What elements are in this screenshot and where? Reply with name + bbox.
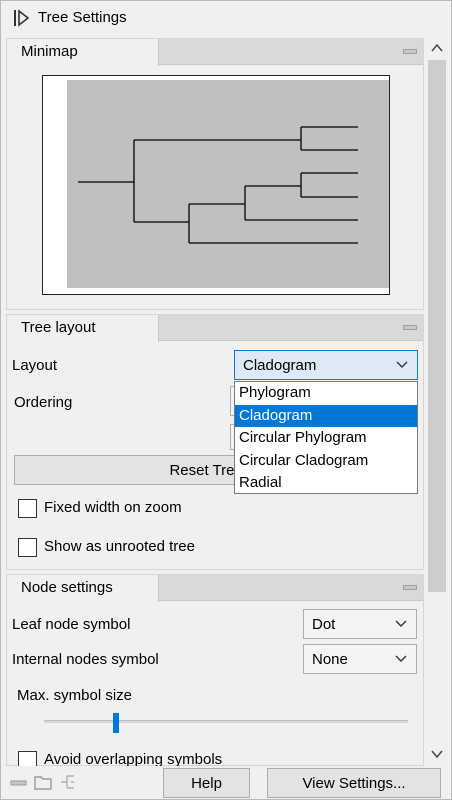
minimize-icon[interactable] (403, 325, 417, 330)
layout-option-phylogram[interactable]: Phylogram (235, 382, 417, 405)
title-bar: Tree Settings (0, 0, 452, 36)
chevron-down-icon (395, 655, 407, 662)
max-symbol-size-slider[interactable] (44, 720, 408, 723)
ordering-label: Ordering (14, 394, 73, 411)
scroll-down-icon[interactable] (428, 746, 446, 762)
layout-option-cladogram[interactable]: Cladogram (235, 404, 417, 427)
max-symbol-size-label: Max. symbol size (17, 687, 133, 704)
leaf-node-select[interactable]: Dot (303, 609, 417, 639)
minimap-tabstrip: Minimap (7, 39, 423, 66)
window-title: Tree Settings (38, 9, 127, 26)
avoid-overlap-checkbox[interactable] (18, 751, 37, 766)
help-button[interactable]: Help (163, 768, 250, 798)
scroll-up-icon[interactable] (428, 40, 446, 56)
minimize-icon[interactable] (10, 774, 28, 792)
layout-option-radial[interactable]: Radial (235, 472, 417, 495)
minimize-icon[interactable] (403, 49, 417, 54)
layout-select[interactable]: Cladogram (234, 350, 418, 380)
unrooted-checkbox[interactable] (18, 538, 37, 557)
internal-nodes-label: Internal nodes symbol (12, 651, 159, 668)
minimap-panel: Minimap (6, 38, 424, 310)
internal-nodes-select[interactable]: None (303, 644, 417, 674)
layout-label: Layout (12, 357, 58, 374)
fixed-width-option[interactable]: Fixed width on zoom (18, 498, 318, 522)
panel-toggle-icon[interactable] (13, 9, 31, 27)
tree-layout-tabstrip: Tree layout (7, 315, 423, 342)
tree-preview-icon (67, 80, 389, 288)
tab-tree-layout[interactable]: Tree layout (7, 315, 159, 342)
scrollbar-thumb[interactable] (428, 60, 446, 592)
tab-node-settings[interactable]: Node settings (7, 575, 159, 602)
unrooted-label: Show as unrooted tree (44, 538, 195, 555)
fixed-width-checkbox[interactable] (18, 499, 37, 518)
leaf-node-label: Leaf node symbol (12, 616, 131, 633)
minimize-icon[interactable] (403, 585, 417, 590)
avoid-overlap-label: Avoid overlapping symbols (44, 751, 223, 766)
footer-bar: Help View Settings... (0, 766, 452, 800)
tab-minimap[interactable]: Minimap (7, 39, 159, 66)
layout-option-circular-phylogram[interactable]: Circular Phylogram (235, 427, 417, 450)
folder-icon[interactable] (33, 772, 53, 792)
chevron-down-icon (395, 620, 407, 627)
unrooted-option[interactable]: Show as unrooted tree (18, 537, 318, 561)
slider-thumb[interactable] (113, 713, 119, 733)
avoid-overlap-option[interactable]: Avoid overlapping symbols (18, 750, 318, 766)
node-settings-tabstrip: Node settings (7, 575, 423, 602)
tree-structure-icon[interactable] (58, 772, 78, 792)
view-settings-button[interactable]: View Settings... (267, 768, 441, 798)
layout-option-circular-cladogram[interactable]: Circular Cladogram (235, 450, 417, 473)
chevron-down-icon (396, 361, 408, 368)
layout-dropdown-list[interactable]: Phylogram Cladogram Circular Phylogram C… (234, 381, 418, 494)
minimap-canvas[interactable] (42, 75, 390, 295)
fixed-width-label: Fixed width on zoom (44, 499, 182, 516)
